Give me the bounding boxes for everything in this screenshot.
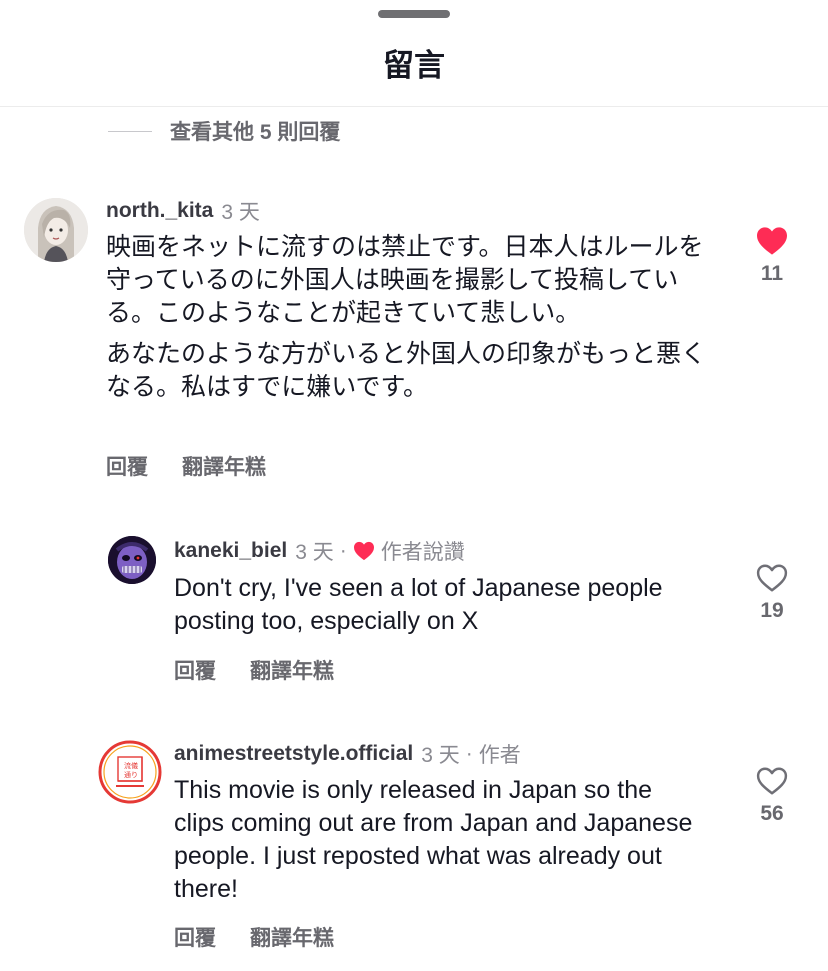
avatar-logo-text: 流儀 [124,761,138,770]
comment-actions: 回覆 翻譯年糕 [106,451,266,481]
comment-text: Don't cry, I've seen a lot of Japanese p… [174,572,674,638]
comment-username[interactable]: kaneki_biel [174,539,287,563]
view-more-replies-label: 查看其他 5 則回覆 [170,121,341,144]
comment-actions: 回覆 翻譯年糕 [174,922,334,952]
comment-text: This movie is only released in Japan so … [174,774,704,906]
translate-button[interactable]: 翻譯年糕 [182,451,266,481]
translate-button[interactable]: 翻譯年糕 [250,922,334,952]
creator-liked-badge: 作者說讚 [353,536,465,566]
drag-handle[interactable] [378,10,450,18]
comment-text: 映画をネットに流すのは禁止です。日本人はルールを守っているのに外国人は映画を撮影… [106,231,710,404]
page-title: 留言 [383,48,445,83]
avatar-mask-icon [108,536,156,584]
translate-button[interactable]: 翻譯年糕 [250,655,334,685]
like-button[interactable]: 56 [742,766,802,826]
comment-time: 3 天 [421,744,460,767]
creator-badge: 作者 [478,744,521,767]
like-button[interactable]: 11 [742,226,802,286]
reply-button[interactable]: 回覆 [174,922,216,952]
heart-filled-icon [757,227,787,255]
like-count: 19 [760,599,784,622]
comment-paragraph: Don't cry, I've seen a lot of Japanese p… [174,574,663,635]
reply-button[interactable]: 回覆 [106,451,148,481]
comment-meta: north._kita 3 天 [106,196,260,226]
like-count: 11 [760,262,784,285]
comment-time: 3 天 [221,201,260,224]
comment-username[interactable]: animestreetstyle.official [174,742,413,766]
header-divider [0,106,828,107]
comment-paragraph: あなたのような方がいると外国人の印象がもっと悪くなる。私はすでに嫌いです。 [106,340,707,401]
avatar-logo-icon: 流儀 通り [98,740,162,804]
heart-outline-icon [756,564,788,592]
avatar-logo-text: 通り [124,770,138,779]
heart-outline-icon [756,767,788,795]
like-count: 56 [760,802,784,825]
reply-button[interactable]: 回覆 [174,655,216,685]
comment-username[interactable]: north._kita [106,199,213,223]
comment-meta: animestreetstyle.official 3 天 · 作者 [174,739,521,769]
creator-liked-label: 作者說讚 [380,541,465,564]
reply-thread-line [108,130,152,132]
avatar[interactable]: 流儀 通り [98,740,162,804]
comment-time: 3 天 [295,541,334,564]
comment-paragraph: This movie is only released in Japan so … [174,776,693,903]
meta-separator: · [339,539,347,562]
comment-actions: 回覆 翻譯年糕 [174,655,334,685]
heart-filled-icon [353,541,374,561]
comment-meta: kaneki_biel 3 天 · 作者說讚 [174,536,465,566]
avatar[interactable] [108,536,156,584]
comment-paragraph: 映画をネットに流すのは禁止です。日本人はルールを守っているのに外国人は映画を撮影… [106,233,704,327]
view-more-replies[interactable]: 查看其他 5 則回覆 [108,114,340,148]
avatar-illustration-icon [24,198,88,262]
like-button[interactable]: 19 [742,563,802,623]
meta-separator: · [465,742,473,765]
comments-sheet: 留言 查看其他 5 則回覆 north._kita 3 天 映画をネットに流すの… [0,0,828,971]
avatar[interactable] [24,198,88,262]
